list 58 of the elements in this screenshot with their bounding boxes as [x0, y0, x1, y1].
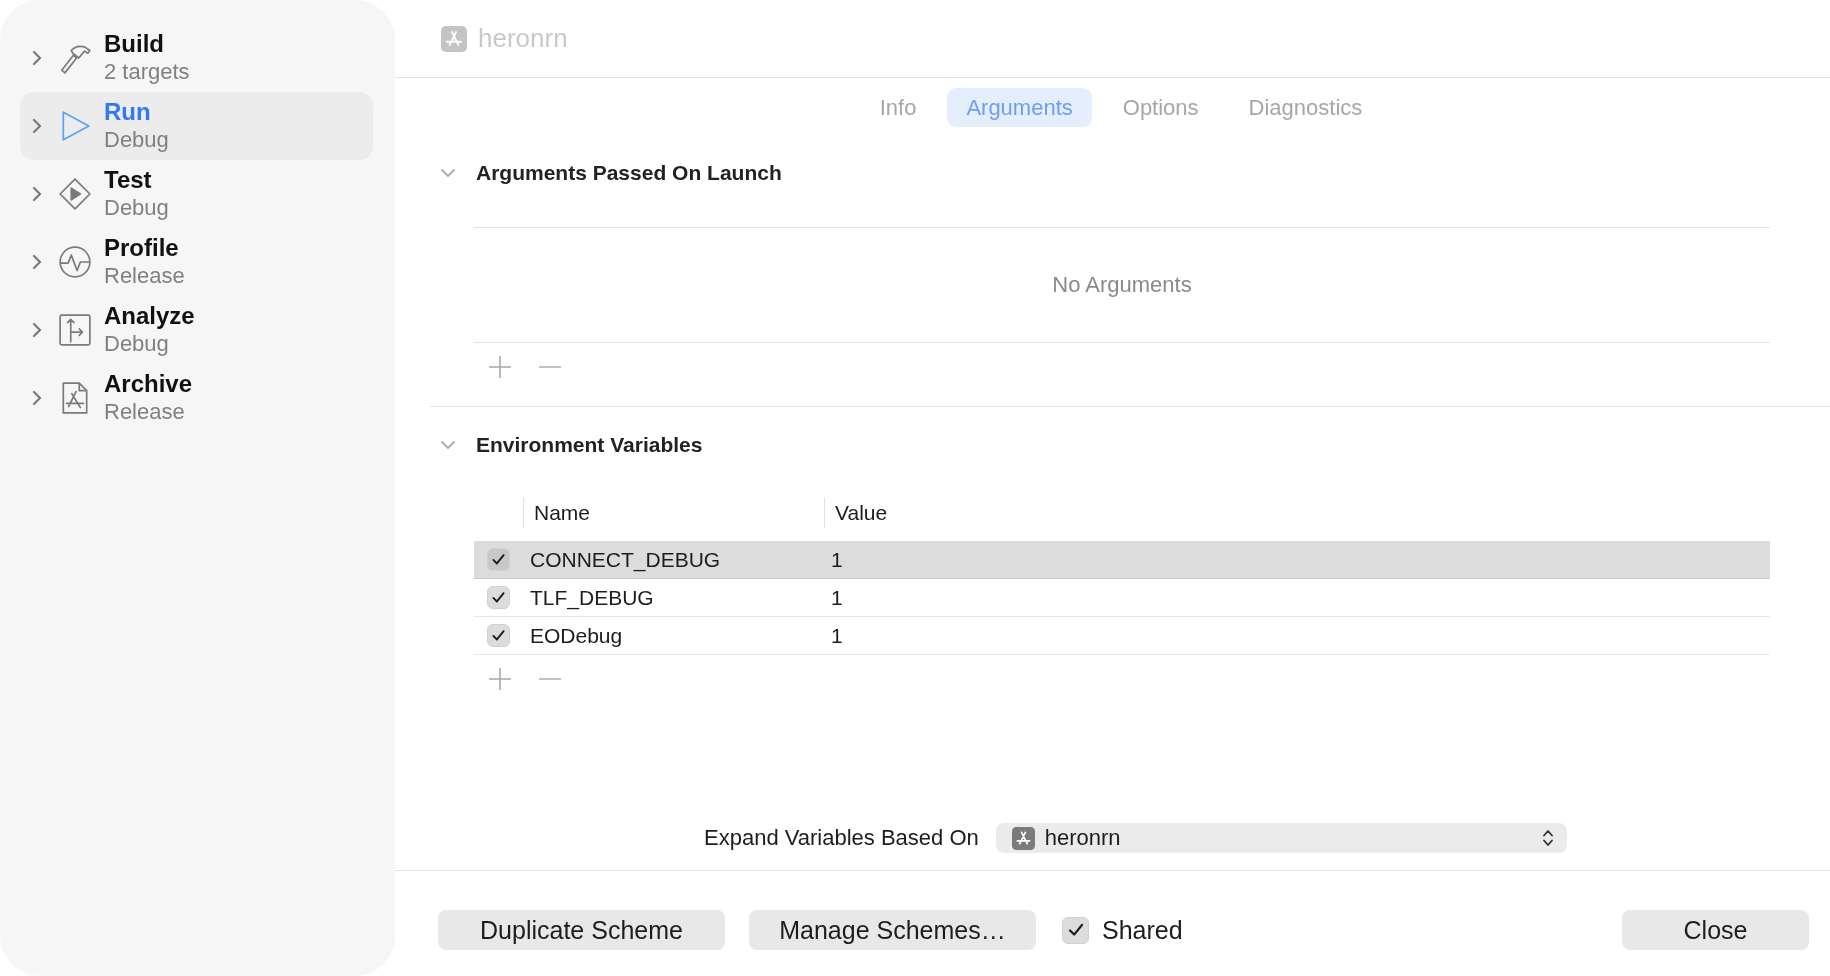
- column-header[interactable]: Name: [523, 498, 824, 528]
- section-title: Arguments Passed On Launch: [476, 161, 782, 185]
- item-subtitle: Release: [104, 398, 186, 426]
- item-title: Build: [104, 30, 165, 58]
- table-row[interactable]: TLF_DEBUG 1: [474, 579, 1770, 617]
- chevron-icon[interactable]: [439, 167, 457, 179]
- sidebar-item[interactable]: Test Debug: [20, 160, 373, 228]
- popup-button[interactable]: heronrn: [995, 823, 1567, 853]
- footer-button[interactable]: Manage Schemes…: [749, 910, 1036, 950]
- sidebar-item[interactable]: Archive Release: [20, 364, 373, 432]
- app-icon: [441, 25, 467, 52]
- diamond-play-icon: [58, 177, 92, 211]
- item-title: Test: [104, 166, 153, 194]
- table-cell-text: TLF_DEBUG: [529, 585, 655, 610]
- table-row[interactable]: EODebug 1: [474, 617, 1770, 655]
- column-header[interactable]: Value: [824, 498, 1770, 528]
- item-subtitle: Debug: [104, 194, 169, 222]
- table-cell-text: 1: [830, 623, 844, 648]
- chevron-icon[interactable]: [31, 321, 43, 339]
- footer-button[interactable]: Duplicate Scheme: [438, 910, 725, 950]
- item-title: Analyze: [104, 302, 195, 330]
- sidebar-item[interactable]: Profile Release: [20, 228, 373, 296]
- chevron-icon[interactable]: [31, 49, 43, 67]
- chevron-icon[interactable]: [31, 253, 43, 271]
- sidebar-item[interactable]: Analyze Debug: [20, 296, 373, 364]
- checkbox[interactable]: [487, 586, 510, 609]
- item-title: Profile: [104, 234, 180, 262]
- checkbox[interactable]: [487, 548, 510, 571]
- item-subtitle: Debug: [104, 126, 169, 154]
- checkbox[interactable]: [1062, 916, 1089, 944]
- chevron-icon[interactable]: [31, 117, 43, 135]
- checkbox[interactable]: [487, 624, 510, 647]
- checkbox-label: Shared: [1102, 915, 1183, 945]
- table-row[interactable]: CONNECT_DEBUG 1: [474, 541, 1770, 579]
- chevron-icon[interactable]: [31, 185, 43, 203]
- waveform-circle-icon: [58, 245, 92, 279]
- up-down-chevron-icon: [1541, 828, 1554, 848]
- sidebar-item[interactable]: Build 2 targets: [20, 24, 373, 92]
- minus-icon: [538, 678, 562, 680]
- chevron-icon[interactable]: [31, 389, 43, 407]
- item-subtitle: Release: [104, 262, 185, 290]
- minus-icon: [538, 366, 562, 368]
- section-title: Environment Variables: [476, 433, 703, 457]
- item-title: Run: [104, 98, 152, 126]
- field-label: Expand Variables Based On: [704, 825, 979, 851]
- plus-icon: [488, 355, 512, 379]
- empty-list-text: No Arguments: [1052, 272, 1192, 298]
- item-subtitle: Debug: [104, 330, 170, 358]
- item-subtitle: 2 targets: [104, 58, 190, 86]
- plus-icon: [488, 667, 512, 691]
- app-icon: [1011, 826, 1035, 850]
- item-title: Archive: [104, 370, 193, 398]
- chevron-icon[interactable]: [439, 439, 457, 451]
- table-cell-text: 1: [830, 547, 844, 572]
- close-button[interactable]: Close: [1622, 910, 1809, 950]
- table-cell-text: CONNECT_DEBUG: [529, 547, 722, 572]
- table-cell-text: EODebug: [529, 623, 624, 648]
- table-cell-text: 1: [830, 585, 844, 610]
